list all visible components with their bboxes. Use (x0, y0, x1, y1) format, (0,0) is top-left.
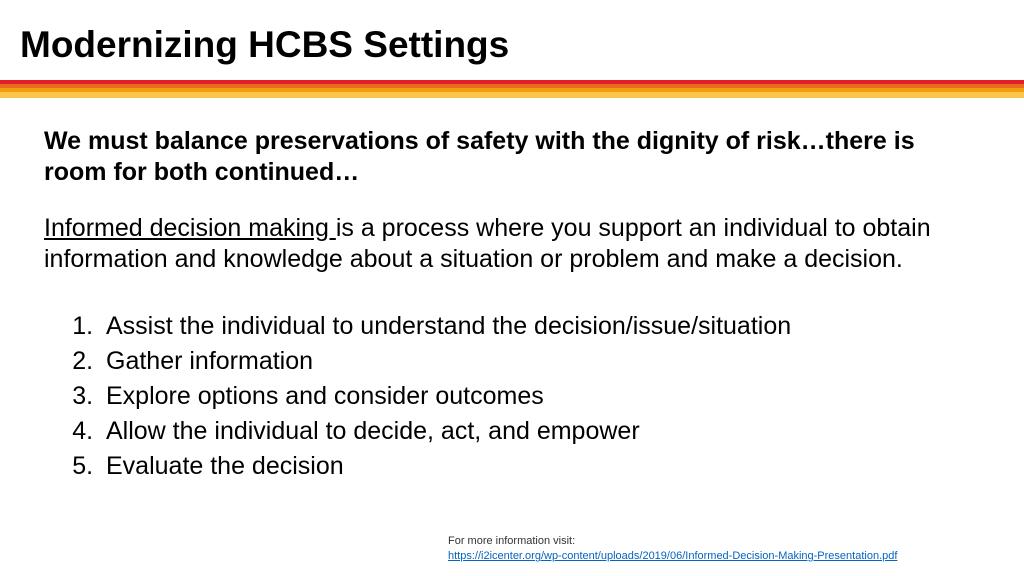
list-item: Assist the individual to understand the … (100, 309, 980, 344)
intro-underlined-term: Informed decision making (44, 214, 336, 242)
list-item: Allow the individual to decide, act, and… (100, 414, 980, 449)
footer-label: For more information visit: (448, 535, 575, 547)
footer-citation: For more information visit: https://i2ic… (448, 534, 1016, 564)
footer-link[interactable]: https://i2icenter.org/wp-content/uploads… (448, 550, 897, 562)
list-item: Evaluate the decision (100, 449, 980, 484)
title-area: Modernizing HCBS Settings (0, 0, 1024, 80)
steps-list: Assist the individual to understand the … (44, 309, 980, 484)
page-title: Modernizing HCBS Settings (20, 24, 1004, 66)
slide-content: We must balance preservations of safety … (0, 98, 1024, 484)
list-item: Gather information (100, 344, 980, 379)
lead-paragraph: We must balance preservations of safety … (44, 126, 980, 189)
intro-paragraph: Informed decision making is a process wh… (44, 213, 980, 276)
gradient-divider (0, 80, 1024, 98)
list-item: Explore options and consider outcomes (100, 379, 980, 414)
